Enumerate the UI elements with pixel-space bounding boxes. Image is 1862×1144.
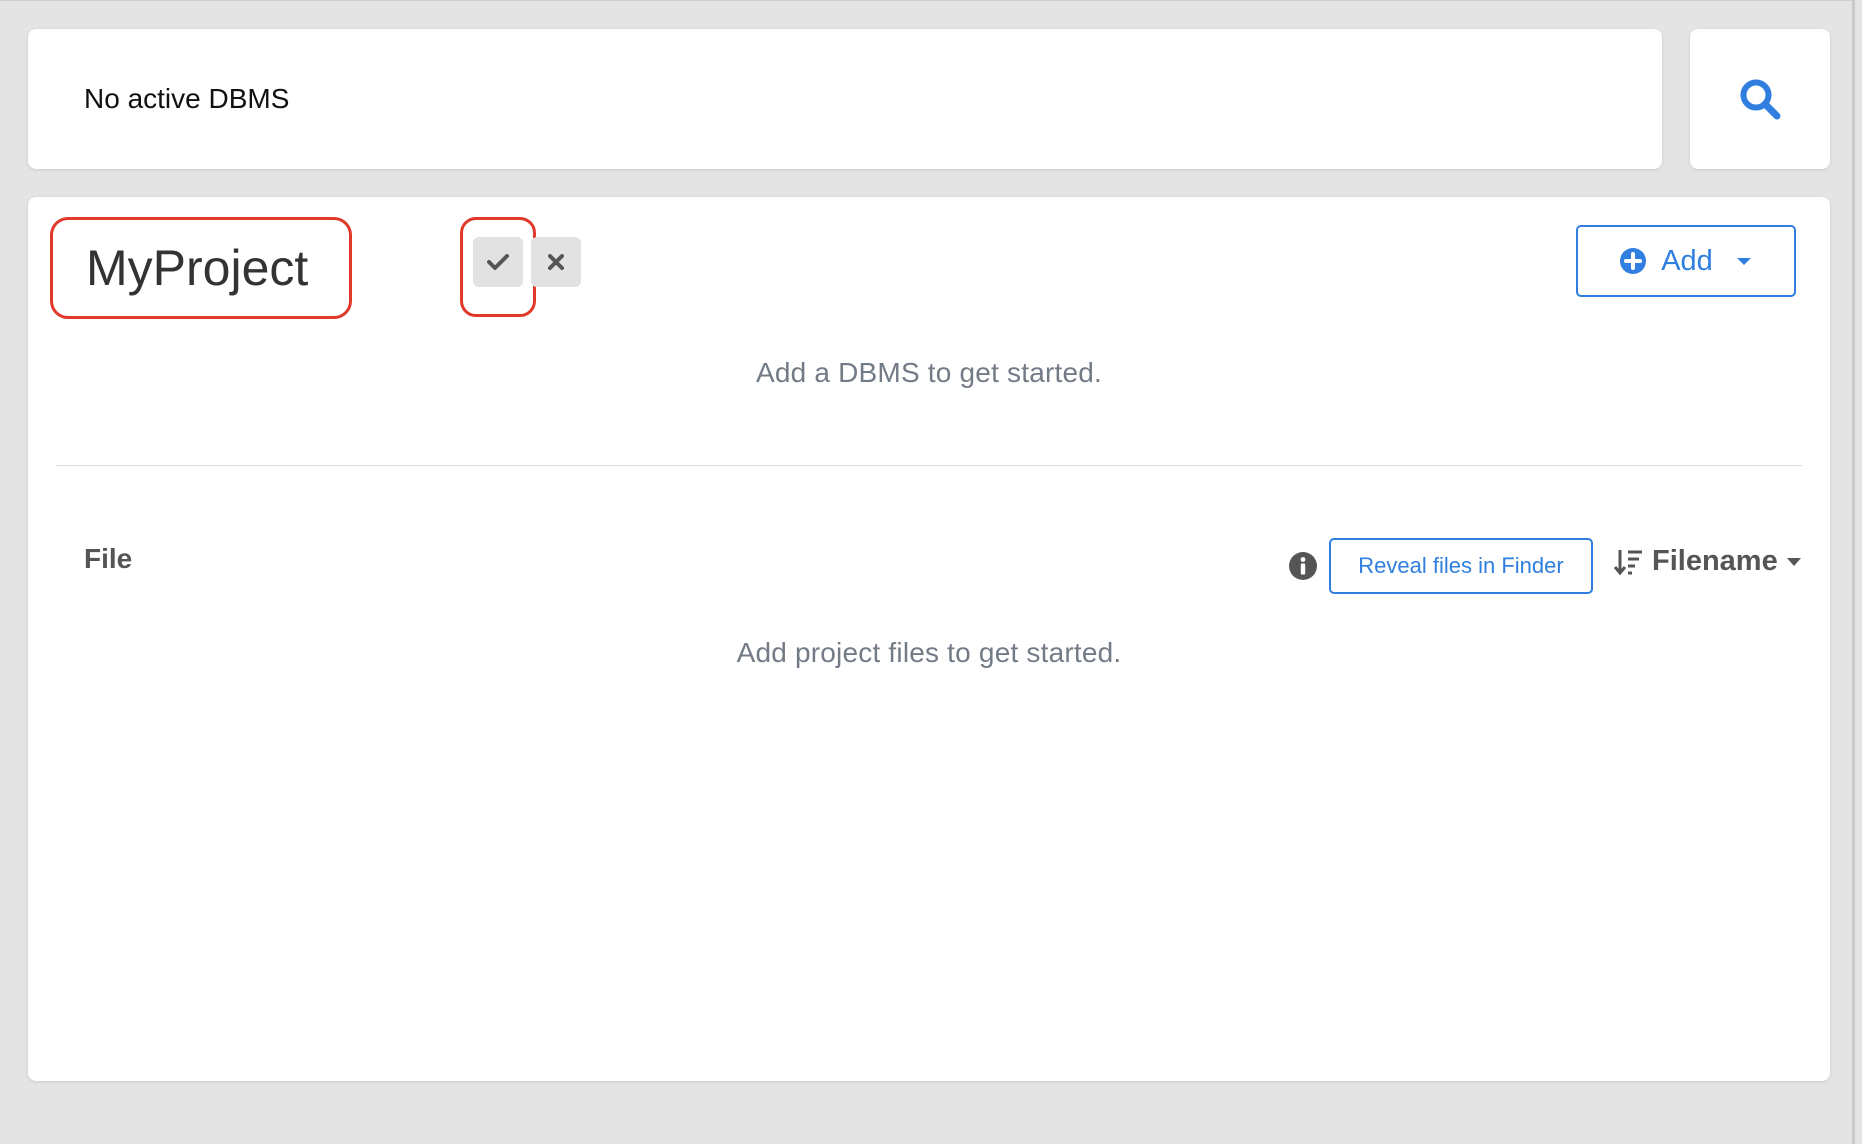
info-icon[interactable] bbox=[1288, 551, 1318, 581]
project-name-value: MyProject bbox=[86, 240, 309, 296]
caret-down-icon bbox=[1786, 557, 1801, 566]
close-icon bbox=[548, 254, 564, 270]
plus-circle-icon bbox=[1620, 248, 1647, 274]
sort-icon bbox=[1614, 549, 1642, 575]
confirm-rename-button[interactable] bbox=[473, 237, 523, 287]
file-column-header: File bbox=[84, 543, 133, 574]
sort-dropdown[interactable]: Filename bbox=[1614, 545, 1802, 578]
search-icon bbox=[1740, 79, 1781, 120]
dbms-empty-message: Add a DBMS to get started. bbox=[755, 357, 1103, 388]
sort-label: Filename bbox=[1652, 545, 1778, 577]
reveal-files-button[interactable]: Reveal files in Finder bbox=[1329, 538, 1593, 594]
search-button[interactable] bbox=[1690, 29, 1830, 169]
active-dbms-bar: No active DBMS bbox=[28, 29, 1662, 169]
check-icon bbox=[487, 254, 509, 270]
active-dbms-status: No active DBMS bbox=[84, 83, 290, 114]
add-button[interactable]: Add bbox=[1576, 225, 1796, 297]
caret-down-icon bbox=[1736, 258, 1751, 265]
app-window: No active DBMS MyProject Add Add a DBMS … bbox=[0, 0, 1855, 1144]
section-divider bbox=[56, 465, 1802, 466]
add-button-label: Add bbox=[1661, 244, 1713, 277]
cancel-rename-button[interactable] bbox=[531, 237, 581, 287]
project-name-field[interactable]: MyProject bbox=[50, 217, 352, 319]
project-panel: MyProject Add Add a DBMS to get started.… bbox=[28, 197, 1830, 1081]
files-empty-message: Add project files to get started. bbox=[736, 637, 1122, 668]
